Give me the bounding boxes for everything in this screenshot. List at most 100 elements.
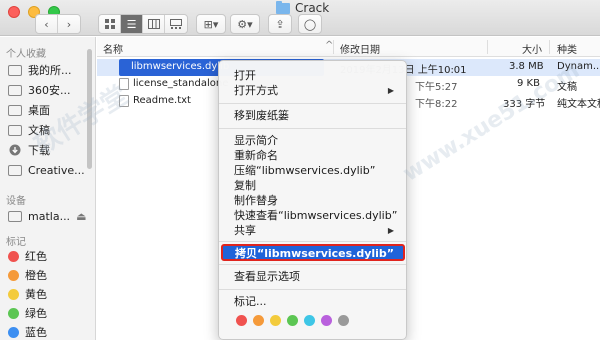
menu-item-rename[interactable]: 重新命名 — [219, 148, 406, 163]
download-icon — [8, 144, 22, 156]
sidebar-item-documents[interactable]: 文稿 — [8, 121, 50, 139]
orange-tag-icon[interactable] — [253, 315, 264, 326]
file-name: license_standalone — [133, 78, 229, 89]
menu-item-label: 打开 — [234, 69, 256, 82]
menu-item-duplicate[interactable]: 复制 — [219, 178, 406, 193]
sidebar-item-my-files[interactable]: 我的所... — [8, 61, 72, 79]
menu-item-open[interactable]: 打开 — [219, 68, 406, 83]
list-view-button[interactable]: ☰ — [121, 15, 143, 33]
devices-header: 设备 — [6, 196, 26, 207]
tag-button[interactable]: ◯ — [298, 14, 322, 34]
eject-icon[interactable]: ⏏ — [76, 210, 86, 223]
arrange-button[interactable]: ⊞▾ — [196, 14, 226, 34]
column-header: 名称 ^ 修改日期 大小 种类 — [97, 37, 600, 57]
red-tag-dot-icon — [8, 250, 19, 262]
forward-button[interactable]: › — [58, 15, 80, 33]
file-icon — [119, 95, 129, 107]
submenu-arrow-icon: ▶ — [387, 226, 394, 235]
view-mode-segment: ☰ — [98, 14, 188, 34]
menu-item-copy[interactable]: 拷贝“libmwservices.dylib” — [221, 244, 405, 261]
menu-item-tags[interactable]: 标记... — [219, 294, 406, 309]
file-size: 333 字节 — [503, 99, 546, 110]
menu-item-label: 快速查看“libmwservices.dylib” — [234, 209, 398, 222]
favorites-header: 个人收藏 — [6, 49, 46, 60]
sidebar: 个人收藏 我的所... 360安... 桌面 文稿 下载 Creative...… — [0, 37, 96, 340]
gear-icon: ⚙▾ — [237, 17, 253, 31]
menu-separator — [219, 264, 406, 265]
context-menu: 打开 打开方式 ▶ 移到废纸篓 显示简介 重新命名 压缩“libmwservice… — [218, 60, 407, 340]
share-icon: ⇪ — [275, 17, 285, 31]
sidebar-item-label: matla... — [28, 209, 71, 223]
menu-separator — [219, 103, 406, 104]
column-view-button[interactable] — [143, 15, 165, 33]
menu-item-label: 移到废纸篓 — [234, 109, 289, 122]
menu-item-view-options[interactable]: 查看显示选项 — [219, 269, 406, 284]
menu-item-label: 共享 — [234, 224, 256, 237]
share-button[interactable]: ⇪ — [268, 14, 292, 34]
sidebar-tag-blue[interactable]: 蓝色 — [8, 323, 47, 340]
menu-item-share[interactable]: 共享 ▶ — [219, 223, 406, 238]
menu-item-label: 压缩“libmwservices.dylib” — [234, 164, 376, 177]
file-kind: 文稿 — [557, 82, 577, 93]
menu-item-label: 标记... — [234, 295, 267, 308]
column-kind[interactable]: 种类 — [557, 41, 577, 56]
sidebar-item-label: 下载 — [28, 144, 50, 157]
sidebar-item-label: 桌面 — [28, 104, 50, 117]
file-name: libmwservices.dylib — [131, 61, 230, 72]
sidebar-item-label: 绿色 — [25, 307, 47, 320]
sidebar-scrollbar[interactable] — [87, 49, 92, 169]
sidebar-item-matlab[interactable]: matla... ⏏ — [8, 207, 86, 225]
tag-icon: ◯ — [303, 17, 317, 31]
sidebar-item-360[interactable]: 360安... — [8, 81, 71, 99]
menu-separator — [219, 241, 406, 242]
close-window-button[interactable] — [8, 6, 20, 18]
disk-icon — [8, 210, 22, 222]
gray-tag-icon[interactable] — [338, 315, 349, 326]
nav-buttons: ‹ › — [35, 14, 81, 34]
purple-tag-icon[interactable] — [321, 315, 332, 326]
action-button[interactable]: ⚙▾ — [230, 14, 260, 34]
file-kind: Dynam...ry — [557, 61, 600, 72]
sidebar-tag-green[interactable]: 绿色 — [8, 304, 47, 322]
menu-item-label: 重新命名 — [234, 149, 278, 162]
blue-tag-icon[interactable] — [304, 315, 315, 326]
menu-item-label: 复制 — [234, 179, 256, 192]
documents-icon — [8, 64, 22, 76]
green-tag-icon[interactable] — [287, 315, 298, 326]
sidebar-item-label: Creative... — [28, 163, 85, 177]
menu-item-open-with[interactable]: 打开方式 ▶ — [219, 83, 406, 98]
icon-view-button[interactable] — [99, 15, 121, 33]
sidebar-item-label: 橙色 — [25, 269, 47, 282]
documents-icon — [8, 124, 22, 136]
back-button[interactable]: ‹ — [36, 15, 58, 33]
sidebar-tag-red[interactable]: 红色 — [8, 247, 47, 265]
menu-item-compress[interactable]: 压缩“libmwservices.dylib” — [219, 163, 406, 178]
menu-item-make-alias[interactable]: 制作替身 — [219, 193, 406, 208]
grid-icon — [104, 19, 115, 29]
yellow-tag-icon[interactable] — [270, 315, 281, 326]
menu-item-move-to-trash[interactable]: 移到废纸篓 — [219, 108, 406, 123]
sidebar-tag-orange[interactable]: 橙色 — [8, 266, 47, 284]
file-kind: 纯文本文稿 — [557, 99, 600, 110]
columns-icon — [147, 19, 160, 29]
menu-item-quick-look[interactable]: 快速查看“libmwservices.dylib” — [219, 208, 406, 223]
sidebar-tag-yellow[interactable]: 黄色 — [8, 285, 47, 303]
menu-item-label: 显示简介 — [234, 134, 278, 147]
sidebar-item-desktop[interactable]: 桌面 — [8, 101, 50, 119]
column-name[interactable]: 名称 — [103, 41, 123, 56]
column-date[interactable]: 修改日期 — [340, 41, 380, 56]
menu-item-get-info[interactable]: 显示简介 — [219, 133, 406, 148]
menu-item-label: 制作替身 — [234, 194, 278, 207]
sidebar-item-creative[interactable]: Creative... — [8, 161, 85, 179]
tags-header: 标记 — [6, 237, 26, 248]
column-size[interactable]: 大小 — [522, 41, 542, 56]
submenu-arrow-icon: ▶ — [387, 86, 394, 95]
folder-icon — [8, 164, 22, 176]
red-tag-icon[interactable] — [236, 315, 247, 326]
file-name: Readme.txt — [133, 95, 191, 106]
desktop-icon — [8, 104, 22, 116]
green-tag-dot-icon — [8, 307, 19, 319]
sidebar-item-downloads[interactable]: 下载 — [8, 141, 50, 159]
menu-item-label: 打开方式 — [234, 84, 278, 97]
gallery-view-button[interactable] — [165, 15, 187, 33]
